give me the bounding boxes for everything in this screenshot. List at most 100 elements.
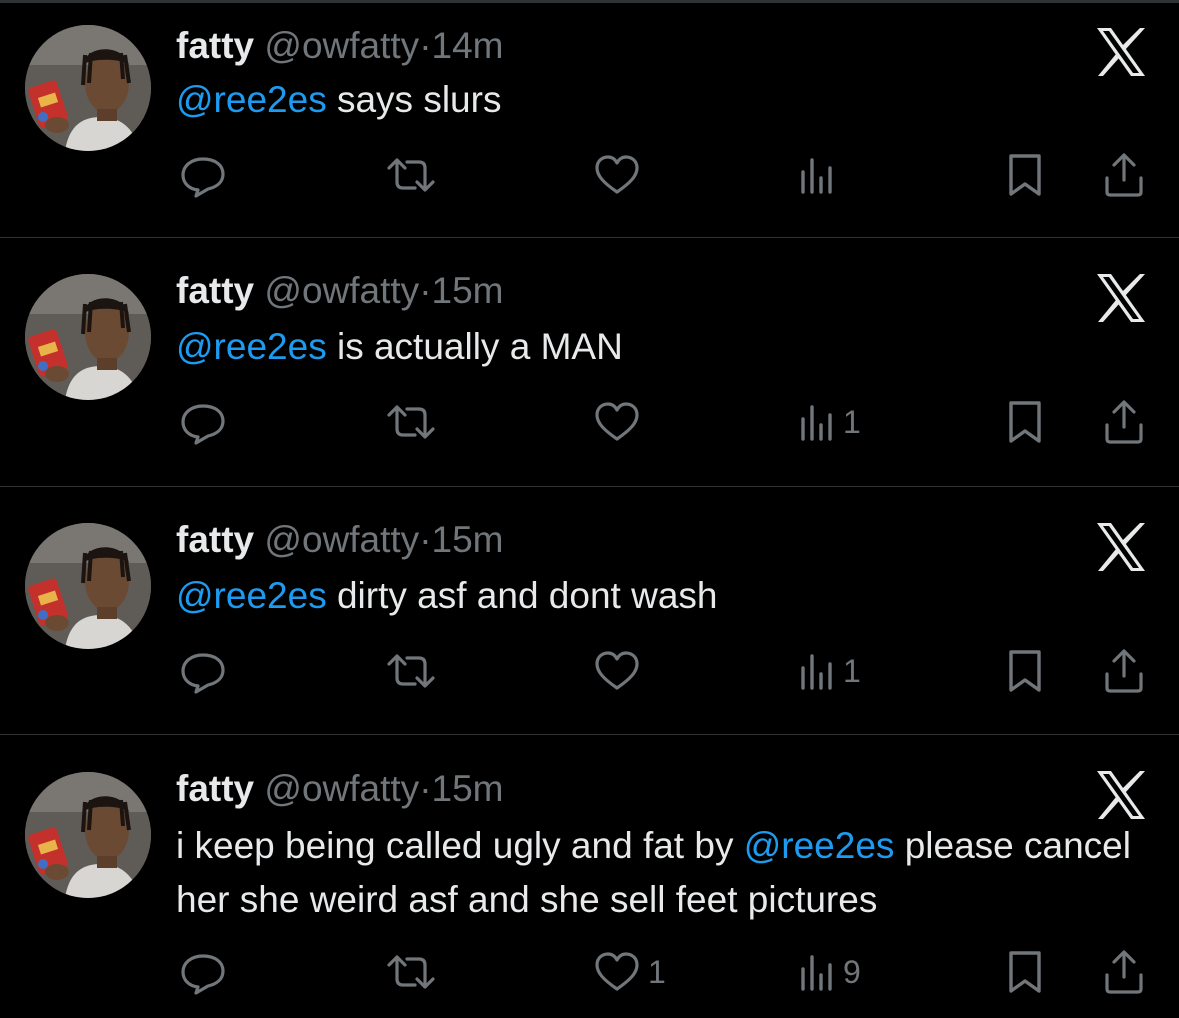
like-count: 1 <box>648 954 666 990</box>
like-icon <box>592 397 642 447</box>
like-button[interactable] <box>592 646 642 696</box>
mention-link[interactable]: @ree2es <box>744 825 895 866</box>
user-handle[interactable]: @owfatty <box>264 768 419 809</box>
separator-dot: · <box>419 768 432 809</box>
reply-icon <box>178 150 228 200</box>
views-button[interactable]: 9 <box>797 947 861 997</box>
bookmark-button[interactable] <box>1003 150 1047 200</box>
views-icon <box>797 150 837 200</box>
mention-link[interactable]: @ree2es <box>176 79 327 120</box>
like-button[interactable] <box>592 397 642 447</box>
tweet[interactable]: fatty @owfatty·15m i keep being called u… <box>0 735 1179 1018</box>
share-icon <box>1101 947 1147 997</box>
bookmark-button[interactable] <box>1003 646 1047 696</box>
tweet-header: fatty @owfatty·15m <box>176 269 504 313</box>
like-button[interactable]: 1 <box>592 947 666 997</box>
repost-button[interactable] <box>383 397 439 447</box>
like-icon <box>592 150 642 200</box>
bookmark-button[interactable] <box>1003 397 1047 447</box>
like-icon <box>592 646 642 696</box>
tweet-header: fatty @owfatty·14m <box>176 24 504 68</box>
mention-link[interactable]: @ree2es <box>176 575 327 616</box>
bookmark-icon <box>1003 397 1047 447</box>
share-button[interactable] <box>1101 646 1147 696</box>
display-name[interactable]: fatty <box>176 519 254 560</box>
views-count: 1 <box>843 404 861 440</box>
repost-button[interactable] <box>383 947 439 997</box>
repost-icon <box>383 397 439 447</box>
repost-icon <box>383 150 439 200</box>
reply-icon <box>178 646 228 696</box>
tweet-text: @ree2es says slurs <box>176 73 1151 127</box>
reply-button[interactable] <box>178 150 228 200</box>
user-handle[interactable]: @owfatty <box>264 519 419 560</box>
share-icon <box>1101 150 1147 200</box>
x-logo-icon <box>1094 769 1148 821</box>
reply-button[interactable] <box>178 646 228 696</box>
share-button[interactable] <box>1101 397 1147 447</box>
separator-dot: · <box>419 519 432 560</box>
repost-button[interactable] <box>383 646 439 696</box>
reply-button[interactable] <box>178 397 228 447</box>
repost-button[interactable] <box>383 150 439 200</box>
tweet[interactable]: fatty @owfatty·14m @ree2es says slurs <box>0 3 1179 238</box>
tweet-header: fatty @owfatty·15m <box>176 767 504 811</box>
action-bar: 19 <box>0 947 1179 997</box>
x-logo-icon <box>1094 521 1148 573</box>
display-name[interactable]: fatty <box>176 270 254 311</box>
tweet[interactable]: fatty @owfatty·15m @ree2es dirty asf and… <box>0 487 1179 735</box>
display-name[interactable]: fatty <box>176 768 254 809</box>
views-icon <box>797 947 837 997</box>
tweet-text-segment: says slurs <box>326 79 502 120</box>
tweet-text: i keep being called ugly and fat by @ree… <box>176 819 1151 927</box>
avatar[interactable] <box>25 523 151 649</box>
tweet-text-segment: is actually a MAN <box>326 326 623 367</box>
separator-dot: · <box>419 25 432 66</box>
mention-link[interactable]: @ree2es <box>176 326 327 367</box>
bookmark-button[interactable] <box>1003 947 1047 997</box>
bookmark-icon <box>1003 646 1047 696</box>
views-icon <box>797 646 837 696</box>
timestamp[interactable]: 15m <box>432 270 504 311</box>
tweet-text-segment: i keep being called ugly and fat by <box>176 825 744 866</box>
timestamp[interactable]: 14m <box>432 25 504 66</box>
like-button[interactable] <box>592 150 642 200</box>
reply-icon <box>178 397 228 447</box>
avatar[interactable] <box>25 772 151 898</box>
views-button[interactable]: 1 <box>797 397 861 447</box>
like-icon <box>592 947 642 997</box>
share-button[interactable] <box>1101 947 1147 997</box>
tweet-text-segment: dirty asf and dont wash <box>326 575 718 616</box>
reply-button[interactable] <box>178 947 228 997</box>
timestamp[interactable]: 15m <box>432 768 504 809</box>
avatar[interactable] <box>25 25 151 151</box>
action-bar: 1 <box>0 646 1179 696</box>
avatar[interactable] <box>25 274 151 400</box>
views-button[interactable] <box>797 150 837 200</box>
display-name[interactable]: fatty <box>176 25 254 66</box>
views-count: 1 <box>843 653 861 689</box>
separator-dot: · <box>419 270 432 311</box>
x-logo-icon <box>1094 26 1148 78</box>
action-bar <box>0 150 1179 200</box>
bookmark-icon <box>1003 947 1047 997</box>
action-bar: 1 <box>0 397 1179 447</box>
share-button[interactable] <box>1101 150 1147 200</box>
views-icon <box>797 397 837 447</box>
tweet[interactable]: fatty @owfatty·15m @ree2es is actually a… <box>0 238 1179 487</box>
user-handle[interactable]: @owfatty <box>264 25 419 66</box>
tweet-text: @ree2es is actually a MAN <box>176 320 1151 374</box>
views-button[interactable]: 1 <box>797 646 861 696</box>
reply-icon <box>178 947 228 997</box>
tweet-text: @ree2es dirty asf and dont wash <box>176 569 1151 623</box>
share-icon <box>1101 397 1147 447</box>
views-count: 9 <box>843 954 861 990</box>
repost-icon <box>383 947 439 997</box>
repost-icon <box>383 646 439 696</box>
share-icon <box>1101 646 1147 696</box>
tweet-header: fatty @owfatty·15m <box>176 518 504 562</box>
bookmark-icon <box>1003 150 1047 200</box>
timestamp[interactable]: 15m <box>432 519 504 560</box>
user-handle[interactable]: @owfatty <box>264 270 419 311</box>
x-logo-icon <box>1094 272 1148 324</box>
